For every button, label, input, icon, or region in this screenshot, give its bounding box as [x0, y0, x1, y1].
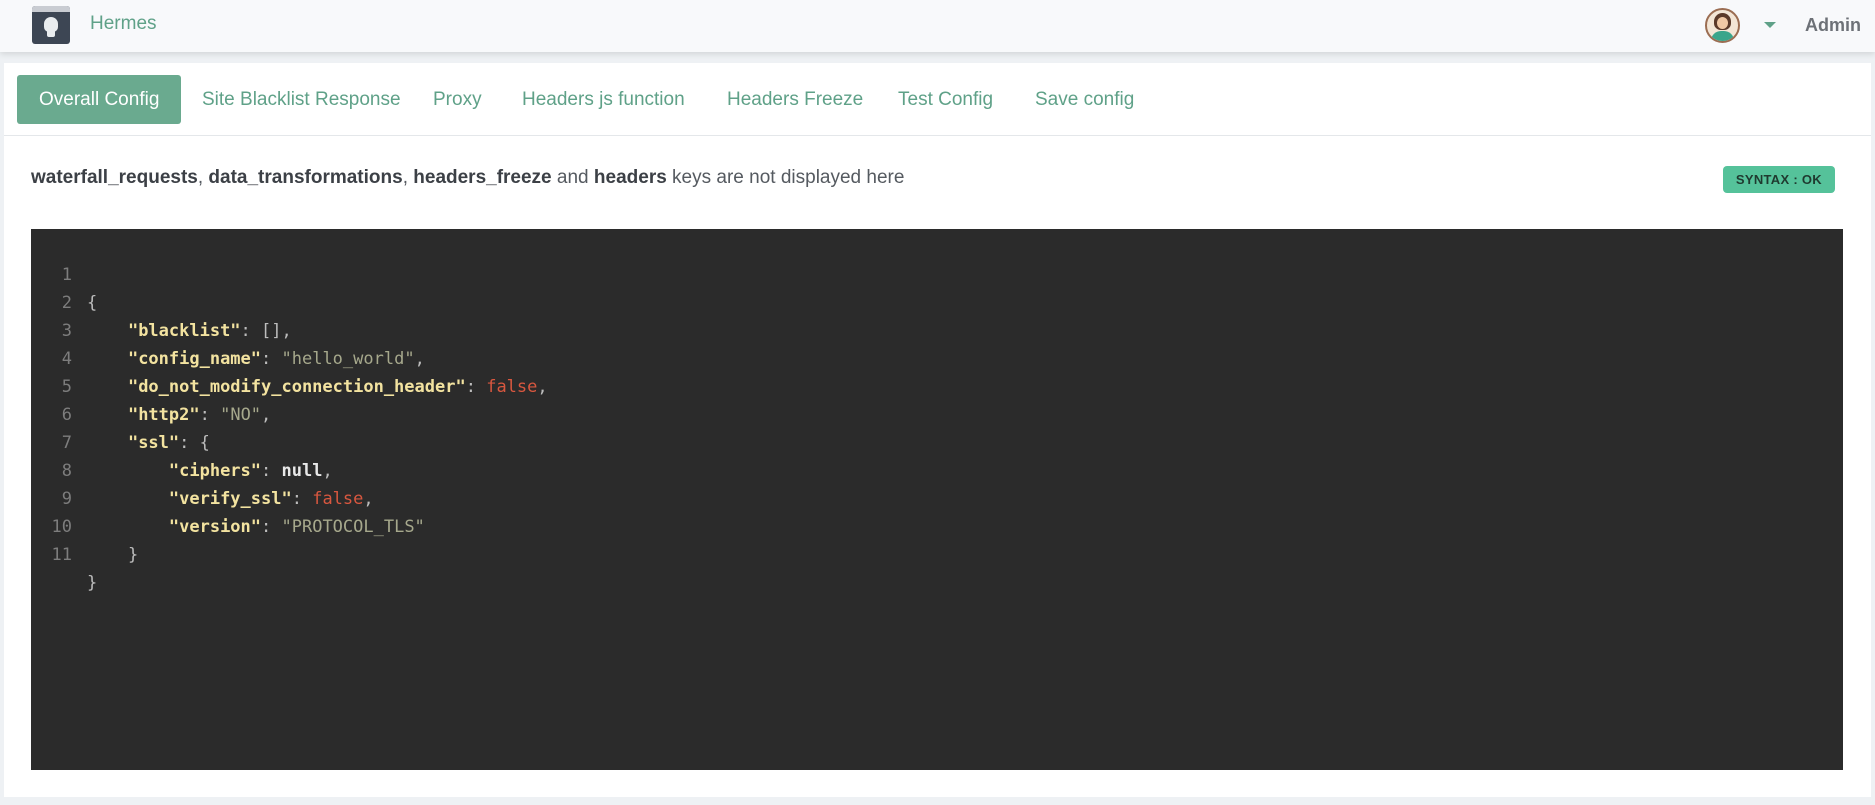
notice-key: headers — [593, 167, 667, 188]
code-line: 7 "ciphers": null, — [31, 401, 333, 481]
line-number: 11 — [51, 545, 72, 565]
brand-link[interactable]: Hermes — [90, 13, 157, 35]
code-line: 8 "verify_ssl": false, — [31, 429, 374, 509]
top-navbar: Hermes Admin — [0, 0, 1875, 52]
code-text: "http2": "NO", — [127, 405, 272, 425]
code-text: "ssl": { — [127, 433, 210, 453]
code-text: "blacklist": [], — [127, 321, 292, 341]
code-line: 6 "ssl": { — [31, 373, 210, 453]
code-text: } — [87, 573, 98, 593]
code-line: 2 "blacklist": [], — [31, 261, 292, 341]
config-card: Overall Config Site Blacklist Response P… — [4, 63, 1871, 797]
code-text: "config_name": "hello_world", — [127, 349, 425, 369]
notice-key: data_transformations — [208, 167, 403, 188]
notice-separator: and — [551, 167, 594, 188]
logo-jaw — [47, 31, 55, 37]
syntax-status-badge: SYNTAX : OK — [1722, 166, 1835, 193]
code-line: 9 "version": "PROTOCOL_TLS" — [31, 457, 425, 537]
code-text: "version": "PROTOCOL_TLS" — [168, 517, 425, 537]
logo-skull — [44, 17, 58, 32]
code-text: "ciphers": null, — [168, 461, 333, 481]
json-code-editor[interactable]: 1 { 2 "blacklist": [], 3 "config_name": … — [31, 229, 1843, 770]
code-text: "verify_ssl": false, — [168, 489, 374, 509]
tab-test-config[interactable]: Test Config — [898, 75, 993, 124]
tab-headers-freeze[interactable]: Headers Freeze — [727, 75, 863, 124]
code-text: "do_not_modify_connection_header": false… — [127, 377, 548, 397]
code-line: 1 { — [31, 233, 98, 313]
tab-proxy[interactable]: Proxy — [433, 75, 482, 124]
code-line: 5 "http2": "NO", — [31, 345, 272, 425]
user-menu[interactable]: Admin — [1805, 15, 1861, 36]
notice-key: headers_freeze — [413, 167, 552, 188]
tab-site-blacklist-response[interactable]: Site Blacklist Response — [202, 75, 401, 124]
logo-titlebar — [32, 6, 70, 12]
notice-separator: , — [402, 167, 414, 188]
code-line: 11 } — [31, 513, 98, 593]
code-line: 4 "do_not_modify_connection_header": fal… — [31, 317, 548, 397]
notice-text: keys are not displayed here — [666, 167, 905, 188]
tab-save-config[interactable]: Save config — [1035, 75, 1134, 124]
code-line: 3 "config_name": "hello_world", — [31, 289, 425, 369]
notice-key: waterfall_requests — [31, 167, 198, 188]
avatar-body — [1711, 31, 1734, 41]
code-text: } — [127, 545, 139, 565]
tab-overall-config[interactable]: Overall Config — [17, 75, 182, 124]
notice-separator: , — [197, 167, 209, 188]
avatar-face — [1717, 17, 1728, 29]
user-avatar-icon[interactable] — [1705, 8, 1740, 43]
chevron-down-icon[interactable] — [1764, 22, 1776, 28]
config-tabs: Overall Config Site Blacklist Response P… — [4, 63, 1871, 136]
tab-headers-js-function[interactable]: Headers js function — [522, 75, 685, 124]
code-line: 10 } — [31, 485, 139, 565]
hidden-keys-notice: waterfall_requests, data_transformations… — [31, 167, 904, 189]
app-logo-icon[interactable] — [32, 6, 70, 44]
